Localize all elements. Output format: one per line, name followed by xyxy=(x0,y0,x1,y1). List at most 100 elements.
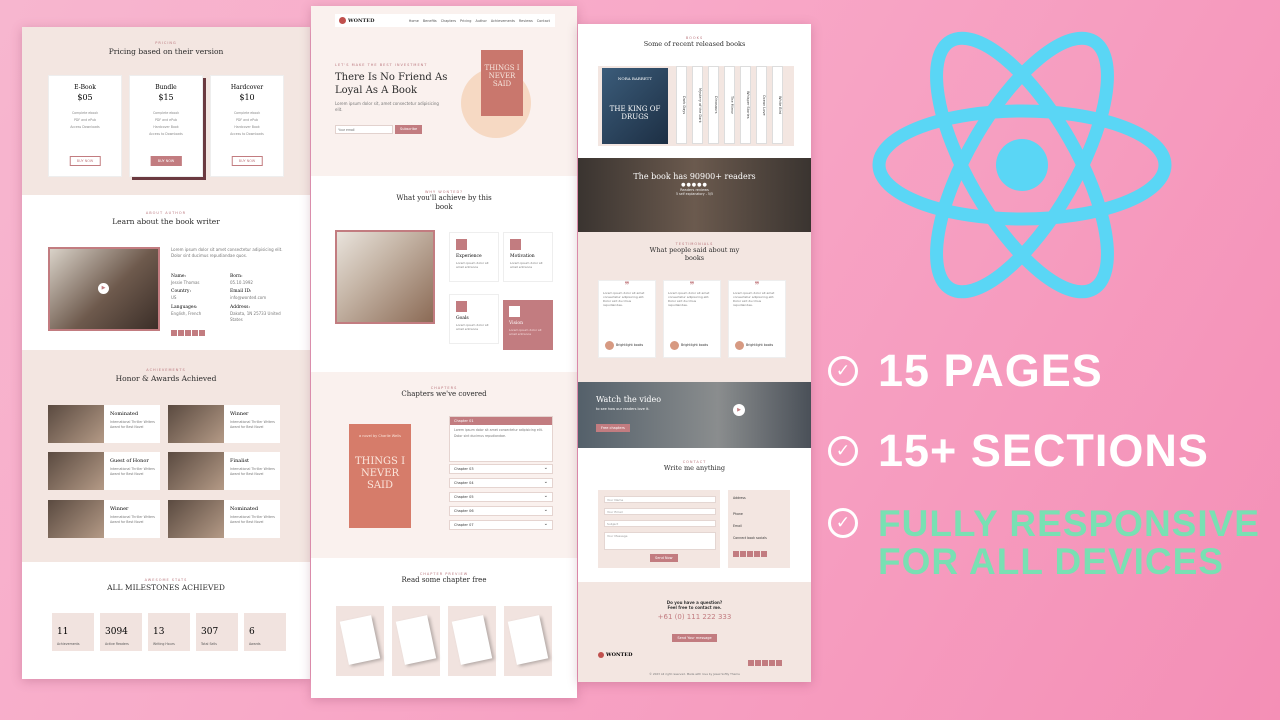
footer-socials xyxy=(748,651,783,670)
feature-responsive: ✓ FULLY RESPONSIVE FOR ALL DEVICES xyxy=(828,505,1260,581)
free-chapter-card[interactable] xyxy=(336,606,384,676)
book-spine[interactable]: Whisper Stories xyxy=(740,66,751,144)
plan-price: $05 xyxy=(77,93,93,102)
free-chapters-button[interactable]: Free chapters xyxy=(596,424,630,432)
name-field[interactable]: Your Name xyxy=(604,496,716,503)
address-label: Address: xyxy=(230,305,250,310)
youtube-icon[interactable] xyxy=(185,330,191,336)
buy-now-button[interactable]: BUY NOW xyxy=(231,156,263,166)
cta-phone[interactable]: +61 (0) 111 222 333 xyxy=(578,613,811,621)
facebook-icon[interactable] xyxy=(171,330,177,336)
feature-label: FULLY RESPONSIVE xyxy=(878,503,1260,544)
feature-label-line2: FOR ALL DEVICES xyxy=(878,541,1224,582)
nav-home[interactable]: Home xyxy=(409,19,419,23)
award-desc: International Thriller Writers Award for… xyxy=(230,515,275,524)
buy-now-button[interactable]: BUY NOW xyxy=(69,156,101,166)
award-card: Finalist International Thriller Writers A… xyxy=(168,452,280,490)
nav-benefits[interactable]: Benefits xyxy=(423,19,437,23)
chapter-item[interactable]: Chapter 05 xyxy=(449,492,553,502)
hero-title-line2: Loyal As A Book xyxy=(335,85,418,96)
featured-book-cover[interactable]: NORA BARRETT THE KING OF DRUGS xyxy=(602,68,668,144)
check-circle-icon: ✓ xyxy=(828,356,858,386)
goals-icon xyxy=(456,301,467,312)
play-icon[interactable]: ▶ xyxy=(98,283,109,294)
send-message-button[interactable]: Send Your message xyxy=(672,634,717,642)
free-chapter-card[interactable] xyxy=(448,606,496,676)
subscribe-button[interactable]: Subscribe xyxy=(395,125,423,134)
email-input[interactable] xyxy=(335,125,393,134)
react-logo-icon xyxy=(872,31,1172,299)
twitter-icon[interactable] xyxy=(178,330,184,336)
dribbble-icon[interactable] xyxy=(776,660,782,666)
plan-name: Bundle xyxy=(155,84,177,91)
nav-pricing[interactable]: Pricing xyxy=(460,19,471,23)
chapter-open-title[interactable]: Chapter 01 xyxy=(450,417,552,425)
chapter-item[interactable]: Chapter 04 xyxy=(449,478,553,488)
book-spine[interactable]: White Bird xyxy=(772,66,783,144)
benefit-card: Goals Lorem ipsum dolor sit amet entrance xyxy=(449,294,499,344)
video-play-icon[interactable]: ▶ xyxy=(733,404,745,416)
nav-links: Home Benefits Chapters Pricing Author Ac… xyxy=(409,19,550,23)
facebook-icon[interactable] xyxy=(748,660,754,666)
stats-title: ALL MILESTONES ACHIEVED xyxy=(107,583,225,592)
book-spine[interactable]: Dinosaurs xyxy=(708,66,719,144)
chapter-item[interactable]: Chapter 03 xyxy=(449,464,553,474)
testimonial-name: Brightlight books xyxy=(616,343,644,347)
nav-reviews[interactable]: Reviews xyxy=(519,19,533,23)
buy-now-button[interactable]: BUY NOW xyxy=(150,156,182,166)
instagram-icon[interactable] xyxy=(192,330,198,336)
award-photo xyxy=(48,452,104,490)
chapter-item[interactable]: Chapter 07 xyxy=(449,520,553,530)
dribbble-icon[interactable] xyxy=(761,551,767,557)
logo[interactable]: WONTED xyxy=(348,18,374,24)
name-value: Jessie Thomas xyxy=(171,280,200,285)
achieve-title-line2: book xyxy=(435,203,453,211)
footer-section: Do you have a question? Feel free to con… xyxy=(578,582,811,682)
plan-name: Hardcover xyxy=(230,84,264,91)
instagram-icon[interactable] xyxy=(769,660,775,666)
nav-author[interactable]: Author xyxy=(475,19,486,23)
subject-field[interactable]: Subject xyxy=(604,520,716,527)
footer-logo[interactable]: WONTED xyxy=(598,652,632,658)
plan-price: $15 xyxy=(158,93,174,102)
pricing-card-hardcover: Hardcover $10 Complete ebook PDF and ePu… xyxy=(210,75,284,177)
book-spine[interactable]: Mystery of the Dark xyxy=(692,66,703,144)
quote-icon: ❞ xyxy=(754,281,760,291)
motivation-icon xyxy=(510,239,521,250)
nav-chapters[interactable]: Chapters xyxy=(441,19,456,23)
award-photo xyxy=(48,405,104,443)
stat-card: 11 Achievements xyxy=(52,613,94,651)
chapter-open[interactable]: Chapter 01 Lorem ipsum dolor sit amet co… xyxy=(449,416,553,462)
pricing-card-bundle: Bundle $15 Complete ebook PDF and ePub H… xyxy=(129,75,203,177)
email-field[interactable]: Your Email xyxy=(604,508,716,515)
book-spine[interactable]: Dark Days xyxy=(676,66,687,144)
twitter-icon[interactable] xyxy=(755,660,761,666)
born-value: 05.10.1992 xyxy=(230,280,253,285)
dribbble-icon[interactable] xyxy=(199,330,205,336)
free-chapter-card[interactable] xyxy=(504,606,552,676)
award-card: Nominated International Thriller Writers … xyxy=(168,500,280,538)
message-field[interactable]: Your Message xyxy=(604,532,716,550)
awards-section: ACHIEVEMENTS Honor & Awards Achieved Nom… xyxy=(22,350,310,562)
book-spine[interactable]: Ocean Love xyxy=(756,66,767,144)
free-chapter-card[interactable] xyxy=(392,606,440,676)
facebook-icon[interactable] xyxy=(733,551,739,557)
youtube-icon[interactable] xyxy=(762,660,768,666)
send-now-button[interactable]: Send Now xyxy=(650,554,678,562)
youtube-icon[interactable] xyxy=(747,551,753,557)
twitter-icon[interactable] xyxy=(740,551,746,557)
author-kicker: ABOUT AUTHOR xyxy=(145,211,187,215)
languages-value: English, French xyxy=(171,311,202,316)
stat-number: 11 xyxy=(57,627,69,637)
featured-book-title: THE KING OF DRUGS xyxy=(609,105,661,121)
benefit-desc: Lorem ipsum dolor sit amet entrance xyxy=(509,328,542,336)
quote-icon: ❞ xyxy=(689,281,695,291)
award-photo xyxy=(168,452,224,490)
instagram-icon[interactable] xyxy=(754,551,760,557)
chapter-item[interactable]: Chapter 06 xyxy=(449,506,553,516)
readers-banner: The book has 90900+ readers ●●●●● Reader… xyxy=(578,158,811,232)
nav-contact[interactable]: Contact xyxy=(537,19,550,23)
reader-photo xyxy=(335,230,435,324)
book-spine[interactable]: The Mirror xyxy=(724,66,735,144)
nav-achievements[interactable]: Achievements xyxy=(491,19,515,23)
